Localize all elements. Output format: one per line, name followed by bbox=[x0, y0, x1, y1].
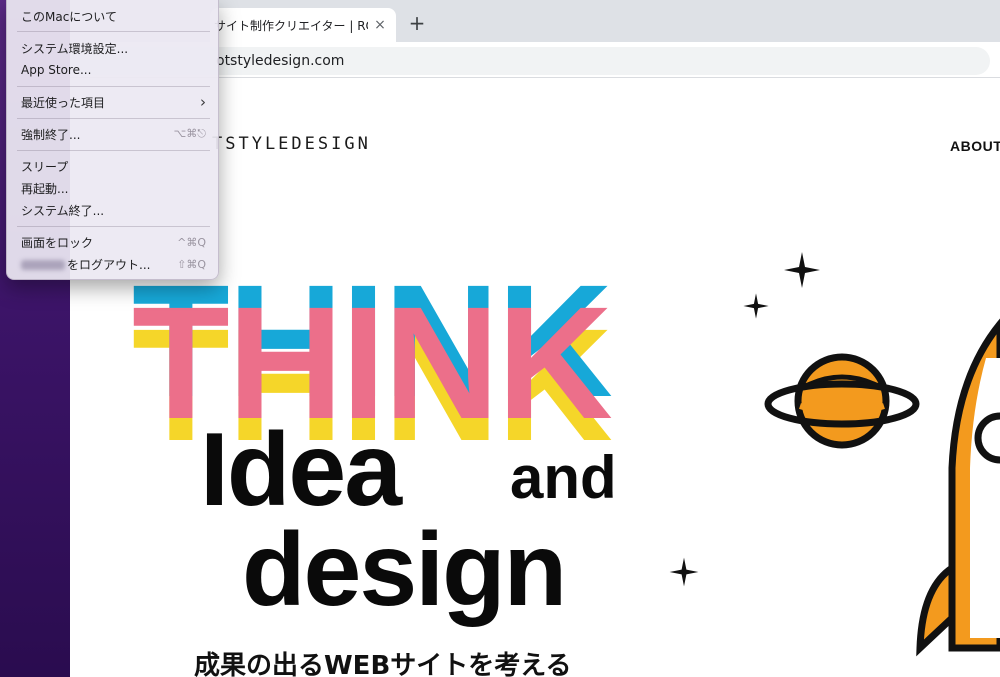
menu-item-restart[interactable]: 再起動... bbox=[7, 178, 220, 198]
rocket-illustration bbox=[916, 318, 1000, 657]
menu-item-label: このMacについて bbox=[21, 9, 117, 24]
sparkle-icon bbox=[784, 252, 820, 288]
menu-separator bbox=[17, 31, 210, 32]
tab-title: サイト制作クリエイター | RO bbox=[214, 18, 368, 33]
menu-item-label: スリープ bbox=[21, 159, 69, 174]
menu-item-label: 最近使った項目 bbox=[21, 95, 106, 110]
chevron-right-icon: › bbox=[200, 93, 206, 111]
keyboard-shortcut: ⇧⌘Q bbox=[177, 257, 206, 271]
menu-item-about-mac[interactable]: このMacについて bbox=[7, 6, 220, 26]
menu-item-label: 強制終了... bbox=[21, 127, 81, 142]
site-logo[interactable]: TSTYLEDESIGN bbox=[212, 134, 371, 154]
apple-menu: このMacについて システム環境設定... App Store... 最近使った… bbox=[6, 0, 219, 280]
menu-item-sleep[interactable]: スリープ bbox=[7, 156, 220, 176]
keyboard-shortcut: ⌥⌘⎋ bbox=[173, 127, 206, 140]
menu-item-label: 画面をロック bbox=[21, 235, 94, 250]
menu-item-label: 再起動... bbox=[21, 181, 69, 196]
menu-separator bbox=[17, 118, 210, 119]
menu-item-label-text: をログアウト... bbox=[67, 257, 151, 272]
menu-separator bbox=[17, 150, 210, 151]
menu-item-recent-items[interactable]: 最近使った項目 › bbox=[7, 92, 220, 112]
menu-separator bbox=[17, 226, 210, 227]
menu-item-lock-screen[interactable]: 画面をロック ^⌘Q bbox=[7, 232, 220, 252]
menu-item-app-store[interactable]: App Store... bbox=[7, 60, 220, 80]
hero-and-text: and bbox=[510, 444, 617, 511]
address-text: otstyledesign.com bbox=[216, 53, 345, 69]
planet-illustration bbox=[764, 353, 920, 449]
redacted-username bbox=[21, 260, 65, 270]
hero-tagline: 成果の出るWEBサイトを考える bbox=[194, 651, 572, 677]
keyboard-shortcut: ^⌘Q bbox=[177, 235, 206, 249]
close-tab-icon[interactable]: × bbox=[372, 17, 388, 33]
menu-item-system-preferences[interactable]: システム環境設定... bbox=[7, 38, 220, 58]
menu-item-label: システム終了... bbox=[21, 203, 105, 218]
hero-design-text: design bbox=[242, 512, 567, 628]
menu-item-shut-down[interactable]: システム終了... bbox=[7, 200, 220, 220]
sparkle-icon bbox=[669, 557, 699, 587]
new-tab-icon[interactable]: + bbox=[406, 12, 428, 34]
menu-item-label: システム環境設定... bbox=[21, 41, 129, 56]
hero-idea-text: Idea bbox=[200, 412, 402, 528]
menu-item-log-out[interactable]: をログアウト... ⇧⌘Q bbox=[7, 254, 220, 274]
nav-link-about[interactable]: ABOUT bbox=[950, 138, 1000, 154]
menu-item-label: App Store... bbox=[21, 63, 92, 77]
menu-item-force-quit[interactable]: 強制終了... ⌥⌘⎋ bbox=[7, 124, 220, 144]
menu-item-label: をログアウト... bbox=[21, 256, 150, 273]
menu-separator bbox=[17, 86, 210, 87]
browser-tab[interactable]: サイト制作クリエイター | RO × bbox=[210, 8, 396, 42]
sparkle-icon bbox=[743, 293, 769, 319]
